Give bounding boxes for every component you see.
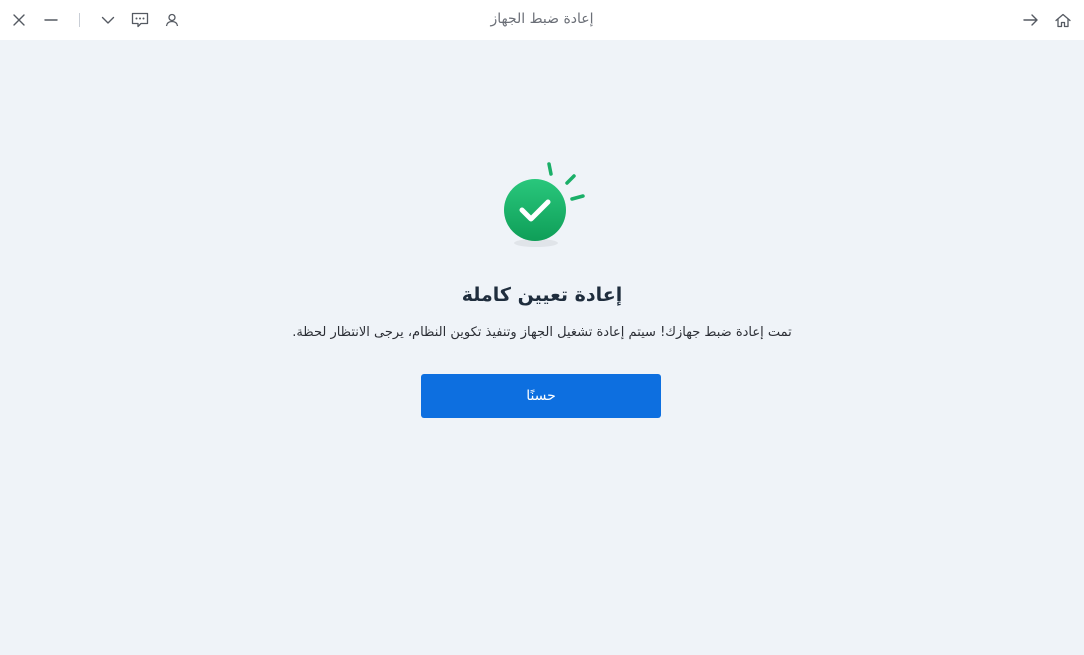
ok-button[interactable]: حسنًا [421, 374, 661, 418]
home-button[interactable] [1051, 8, 1075, 32]
arrow-right-icon [1023, 14, 1038, 26]
window-title: إعادة ضبط الجهاز [490, 11, 594, 27]
result-message: تمت إعادة ضبط جهازك! سيتم إعادة تشغيل ال… [292, 325, 792, 340]
title-bar: إعادة ضبط الجهاز [0, 0, 1084, 40]
reset-complete-panel: إعادة تعيين كاملة تمت إعادة ضبط جهازك! س… [0, 40, 1084, 655]
forward-button[interactable] [1019, 8, 1043, 32]
result-heading: إعادة تعيين كاملة [461, 284, 623, 306]
check-circle-icon [504, 162, 585, 247]
home-icon [1055, 13, 1071, 27]
